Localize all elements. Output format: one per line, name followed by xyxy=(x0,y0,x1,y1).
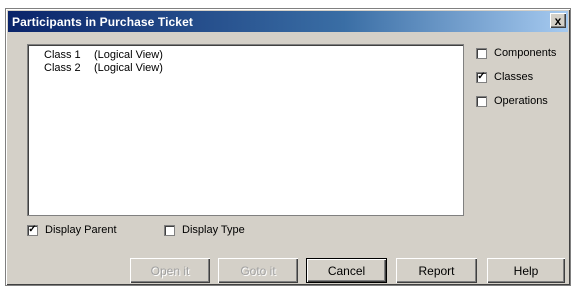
close-button[interactable]: x xyxy=(550,13,566,28)
close-icon: x xyxy=(554,13,562,28)
participant-view: (Logical View) xyxy=(94,62,163,74)
operations-label: Operations xyxy=(494,95,548,107)
open-button[interactable]: Open it xyxy=(130,258,210,283)
display-type-option[interactable]: Display Type xyxy=(164,224,245,236)
cancel-button[interactable]: Cancel xyxy=(306,258,387,283)
classes-checkbox[interactable]: ✓ xyxy=(476,71,487,83)
display-type-label: Display Type xyxy=(182,224,245,236)
goto-button[interactable]: Goto it xyxy=(218,258,298,283)
list-item[interactable]: Class 2 (Logical View) xyxy=(44,62,463,75)
operations-filter[interactable]: Operations xyxy=(476,95,548,107)
help-button[interactable]: Help xyxy=(487,258,565,283)
display-type-checkbox[interactable] xyxy=(164,224,175,236)
title-bar[interactable]: Participants in Purchase Ticket x xyxy=(8,11,568,32)
participant-view: (Logical View) xyxy=(94,49,163,61)
participant-name: Class 1 xyxy=(44,49,81,61)
components-checkbox[interactable] xyxy=(476,47,487,59)
participant-name: Class 2 xyxy=(44,62,81,74)
components-filter[interactable]: Components xyxy=(476,47,556,59)
components-label: Components xyxy=(494,47,557,59)
participants-dialog: Participants in Purchase Ticket x Class … xyxy=(5,8,571,286)
operations-checkbox[interactable] xyxy=(476,95,487,107)
display-parent-label: Display Parent xyxy=(45,224,117,236)
dialog-title: Participants in Purchase Ticket xyxy=(12,14,193,29)
classes-label: Classes xyxy=(494,71,534,83)
display-parent-option[interactable]: ✓ Display Parent xyxy=(27,224,117,236)
classes-filter[interactable]: ✓ Classes xyxy=(476,71,533,83)
participants-list[interactable]: Class 1 (Logical View) Class 2 (Logical … xyxy=(27,44,464,216)
list-item[interactable]: Class 1 (Logical View) xyxy=(44,49,463,62)
display-parent-checkbox[interactable]: ✓ xyxy=(27,224,38,236)
report-button[interactable]: Report xyxy=(396,258,477,283)
